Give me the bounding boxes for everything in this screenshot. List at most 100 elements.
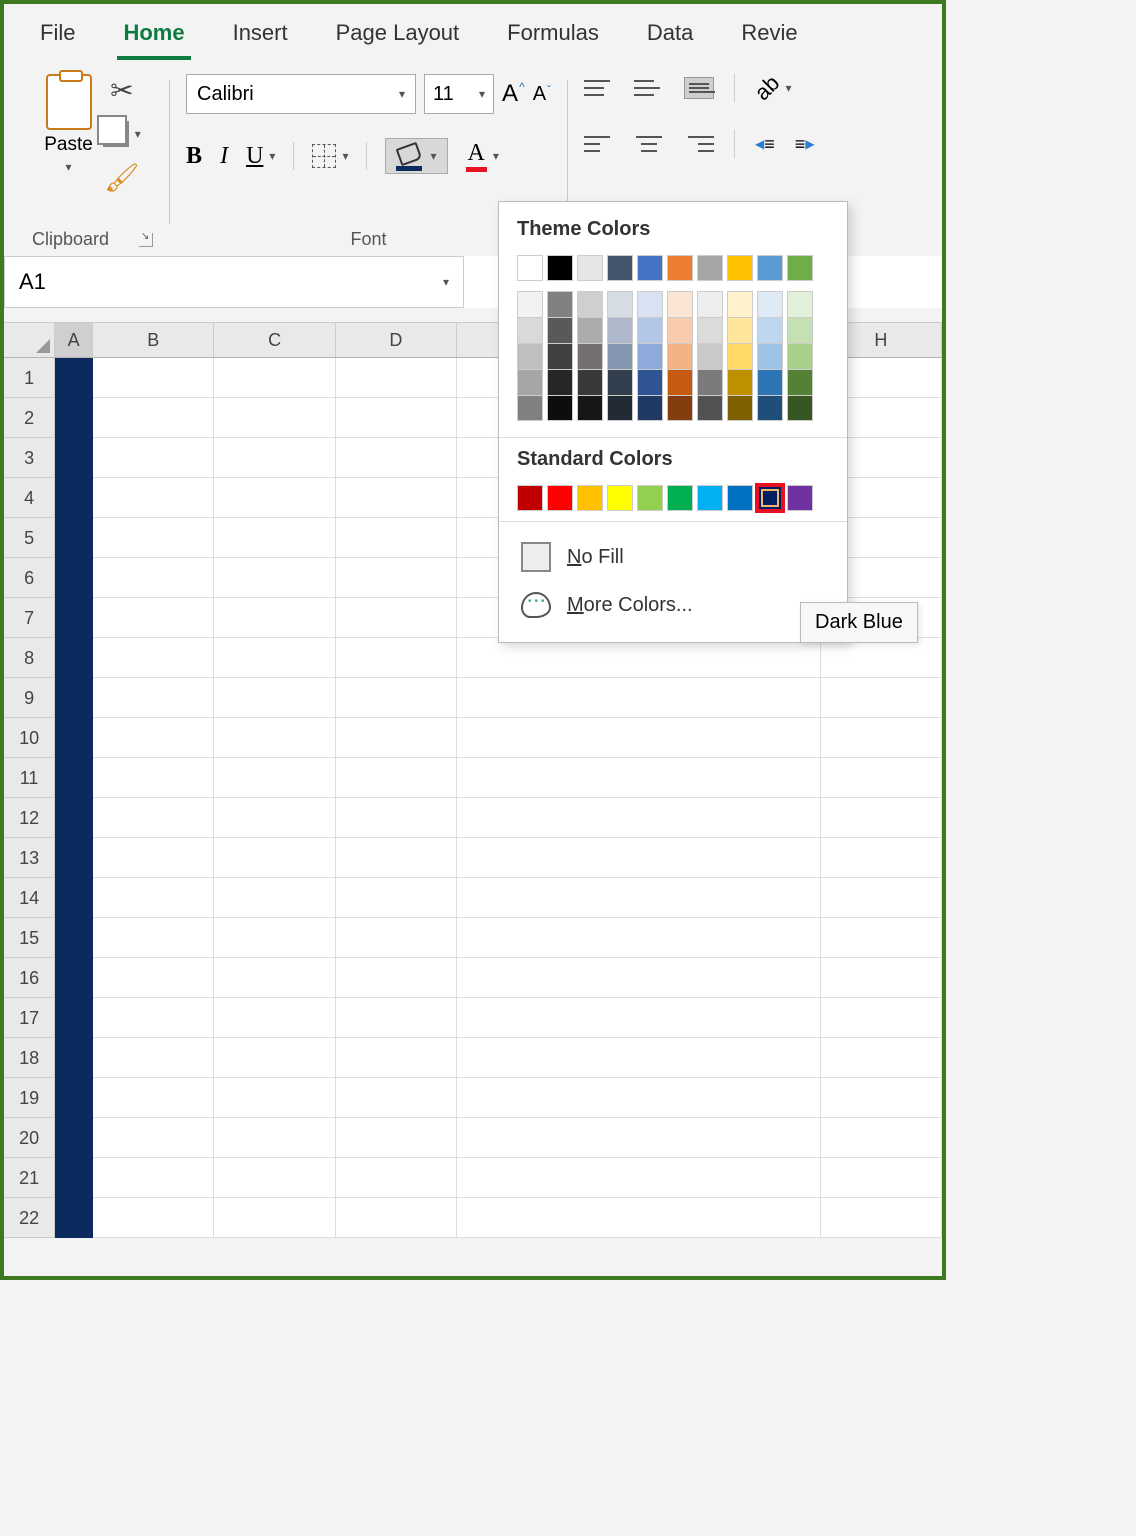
cell[interactable]: [214, 718, 335, 758]
column-header-c[interactable]: C: [214, 323, 335, 357]
dialog-launcher-icon[interactable]: [139, 233, 153, 247]
cell[interactable]: [336, 1038, 457, 1078]
cell[interactable]: [93, 438, 214, 478]
cell[interactable]: [93, 398, 214, 438]
color-swatch[interactable]: [637, 343, 663, 369]
color-swatch[interactable]: [757, 343, 783, 369]
cell[interactable]: [336, 718, 457, 758]
cell[interactable]: [214, 838, 335, 878]
cell[interactable]: [336, 558, 457, 598]
cell[interactable]: [214, 758, 335, 798]
color-swatch[interactable]: [637, 255, 663, 281]
cell[interactable]: [457, 638, 821, 678]
cell[interactable]: [214, 918, 335, 958]
cell[interactable]: [93, 878, 214, 918]
cell[interactable]: [93, 798, 214, 838]
chevron-down-icon[interactable]: ▾: [786, 81, 792, 95]
cell[interactable]: [457, 838, 821, 878]
cell[interactable]: [821, 998, 942, 1038]
color-swatch[interactable]: [697, 317, 723, 343]
cell[interactable]: [214, 998, 335, 1038]
cell[interactable]: [457, 798, 821, 838]
cell[interactable]: [821, 638, 942, 678]
row-header[interactable]: 15: [4, 918, 55, 958]
color-swatch[interactable]: [517, 485, 543, 511]
cell-a[interactable]: [55, 518, 93, 558]
cell[interactable]: [93, 1038, 214, 1078]
increase-font-icon[interactable]: A^: [502, 80, 525, 108]
color-swatch[interactable]: [517, 317, 543, 343]
align-left-button[interactable]: [584, 133, 614, 155]
color-swatch[interactable]: [787, 343, 813, 369]
cell[interactable]: [93, 558, 214, 598]
color-swatch[interactable]: [547, 255, 573, 281]
cell[interactable]: [457, 918, 821, 958]
row-header[interactable]: 3: [4, 438, 55, 478]
color-swatch[interactable]: [607, 485, 633, 511]
cell-a[interactable]: [55, 1078, 93, 1118]
row-header[interactable]: 12: [4, 798, 55, 838]
column-header-a[interactable]: A: [55, 323, 93, 357]
color-swatch[interactable]: [727, 343, 753, 369]
cell[interactable]: [93, 1118, 214, 1158]
cell-a[interactable]: [55, 1038, 93, 1078]
row-header[interactable]: 16: [4, 958, 55, 998]
cell[interactable]: [93, 518, 214, 558]
cell[interactable]: [93, 638, 214, 678]
color-swatch[interactable]: [727, 317, 753, 343]
cell[interactable]: [457, 998, 821, 1038]
color-swatch[interactable]: [727, 291, 753, 317]
decrease-indent-button[interactable]: ◀≡: [755, 134, 775, 155]
cell[interactable]: [93, 358, 214, 398]
cell[interactable]: [821, 918, 942, 958]
color-swatch[interactable]: [757, 369, 783, 395]
color-swatch[interactable]: [637, 369, 663, 395]
cell[interactable]: [214, 638, 335, 678]
color-swatch[interactable]: [787, 395, 813, 421]
cell[interactable]: [457, 718, 821, 758]
tab-pagelayout[interactable]: Page Layout: [330, 16, 466, 60]
cell[interactable]: [93, 998, 214, 1038]
cell[interactable]: [93, 1198, 214, 1238]
row-header[interactable]: 22: [4, 1198, 55, 1238]
row-header[interactable]: 6: [4, 558, 55, 598]
cell[interactable]: [457, 1198, 821, 1238]
cell[interactable]: [214, 558, 335, 598]
tab-insert[interactable]: Insert: [227, 16, 294, 60]
color-swatch[interactable]: [577, 255, 603, 281]
color-swatch[interactable]: [727, 369, 753, 395]
cell[interactable]: [93, 758, 214, 798]
chevron-down-icon[interactable]: ▾: [65, 160, 71, 174]
cell[interactable]: [457, 678, 821, 718]
color-swatch[interactable]: [577, 395, 603, 421]
cell[interactable]: [457, 958, 821, 998]
cell[interactable]: [93, 918, 214, 958]
cell[interactable]: [336, 918, 457, 958]
color-swatch[interactable]: [637, 395, 663, 421]
cell[interactable]: [214, 1038, 335, 1078]
cell-a[interactable]: [55, 678, 93, 718]
cell[interactable]: [214, 358, 335, 398]
tab-formulas[interactable]: Formulas: [501, 16, 605, 60]
color-swatch[interactable]: [607, 343, 633, 369]
chevron-down-icon[interactable]: ▾: [135, 127, 141, 141]
fill-color-button[interactable]: ▾: [385, 138, 447, 174]
row-header[interactable]: 2: [4, 398, 55, 438]
format-painter-icon[interactable]: 🖌: [104, 161, 140, 194]
align-center-button[interactable]: [634, 133, 664, 155]
bold-button[interactable]: B: [186, 143, 202, 170]
tab-home[interactable]: Home: [117, 16, 190, 60]
cell[interactable]: [821, 1198, 942, 1238]
cell[interactable]: [821, 878, 942, 918]
cell[interactable]: [457, 878, 821, 918]
color-swatch[interactable]: [667, 317, 693, 343]
cell[interactable]: [457, 1118, 821, 1158]
color-swatch[interactable]: [727, 485, 753, 511]
color-swatch[interactable]: [577, 343, 603, 369]
cell[interactable]: [93, 718, 214, 758]
cell[interactable]: [336, 1118, 457, 1158]
cell-a[interactable]: [55, 718, 93, 758]
color-swatch[interactable]: [607, 291, 633, 317]
cell[interactable]: [821, 1038, 942, 1078]
copy-icon[interactable]: [103, 121, 129, 147]
